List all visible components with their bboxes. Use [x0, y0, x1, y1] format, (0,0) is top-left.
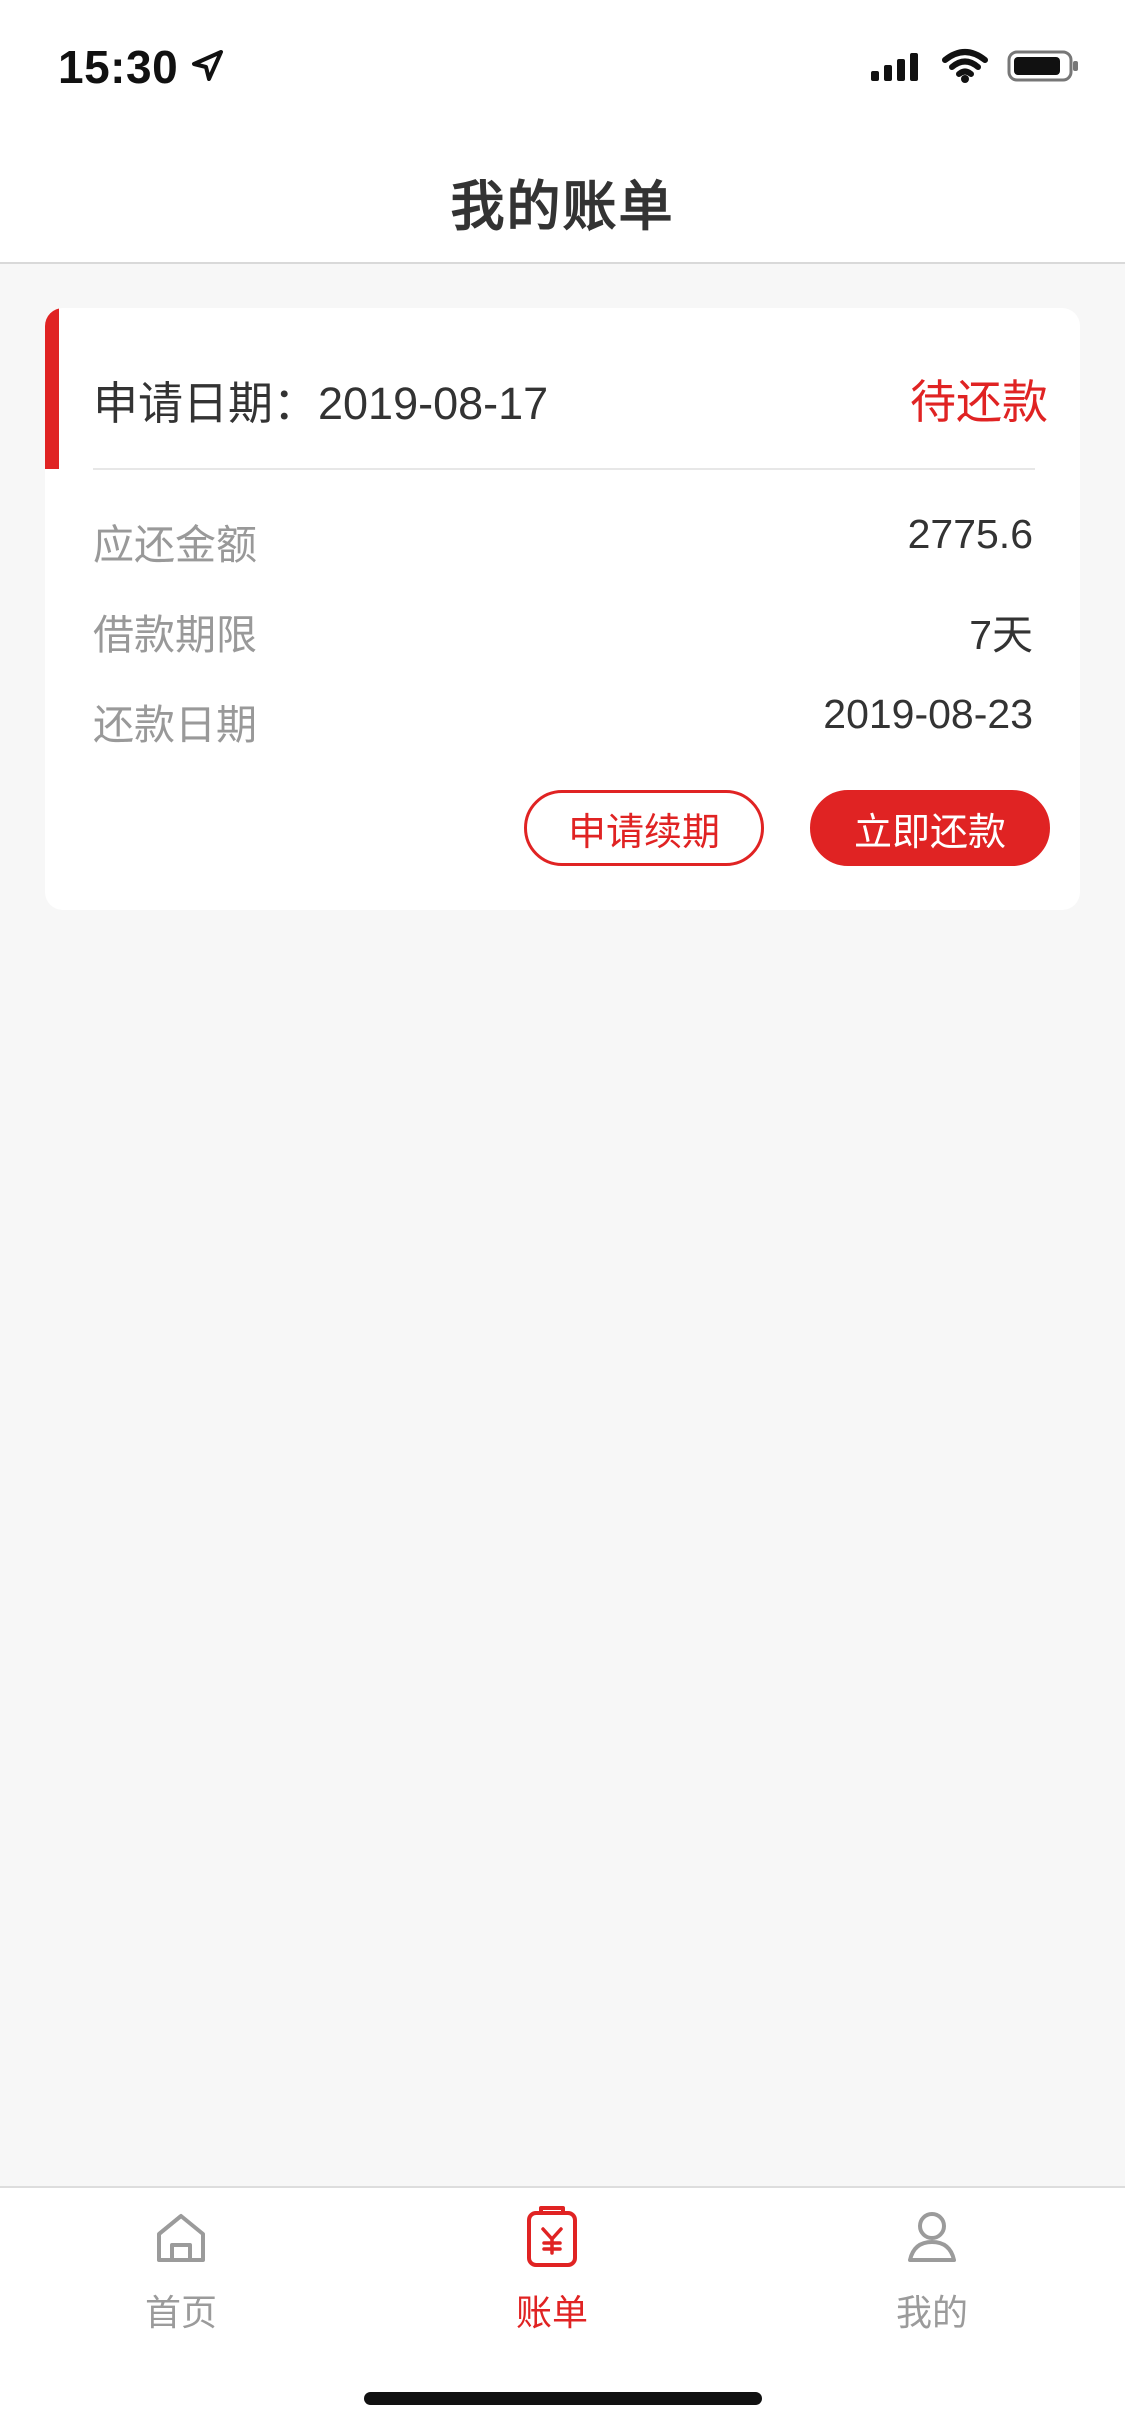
tab-mine-label: 我的 [895, 2292, 968, 2333]
card-divider [93, 468, 1035, 470]
status-time: 15:30 [58, 40, 224, 94]
tab-home[interactable]: 首页 [71, 2202, 291, 2352]
page-title: 我的账单 [450, 177, 675, 237]
card-accent-bar [45, 308, 59, 469]
info-label: 借款期限 [93, 612, 257, 658]
bill-card: 申请日期：2019-08-17 待还款 应还金额 2775.6 借款期限 7天 … [45, 308, 1080, 910]
info-value: 7天 [969, 612, 1033, 658]
wifi-icon [941, 48, 989, 89]
tab-mine[interactable]: 我的 [822, 2202, 1042, 2352]
info-label: 应还金额 [93, 522, 257, 568]
bill-info-list: 应还金额 2775.6 借款期限 7天 还款日期 2019-08-23 [93, 511, 1033, 781]
app-screen: 15:30 我的账单 申请日期：2019-08-17 待还款 应还金额 2775… [0, 0, 1125, 2436]
info-label: 还款日期 [93, 702, 257, 748]
info-row-term: 借款期限 7天 [93, 601, 1033, 691]
bill-status: 待还款 [910, 376, 1048, 428]
battery-icon [1007, 48, 1081, 89]
status-time-text: 15:30 [58, 41, 179, 93]
bill-actions: 申请续期 立即还款 [524, 790, 1050, 866]
info-row-amount: 应还金额 2775.6 [93, 511, 1033, 601]
status-bar: 15:30 [0, 0, 1125, 132]
info-row-repayment-date: 还款日期 2019-08-23 [93, 691, 1033, 781]
tab-bills[interactable]: 账单 [442, 2202, 662, 2352]
renew-button[interactable]: 申请续期 [524, 790, 764, 866]
profile-icon [896, 2202, 968, 2274]
status-indicators [869, 48, 1081, 89]
tab-home-label: 首页 [144, 2292, 217, 2333]
apply-date: 申请日期：2019-08-17 [93, 377, 549, 429]
info-value: 2775.6 [907, 511, 1033, 557]
home-indicator [364, 2392, 762, 2405]
home-icon [145, 2202, 217, 2274]
info-value: 2019-08-23 [823, 691, 1033, 737]
repay-now-button[interactable]: 立即还款 [810, 790, 1050, 866]
bill-icon [516, 2202, 588, 2274]
navigation-bar: 我的账单 [0, 132, 1125, 264]
bill-card-header: 申请日期：2019-08-17 待还款 [93, 364, 1048, 434]
location-arrow-icon [190, 40, 224, 94]
signal-icon [869, 49, 923, 88]
tab-bills-label: 账单 [515, 2292, 588, 2333]
